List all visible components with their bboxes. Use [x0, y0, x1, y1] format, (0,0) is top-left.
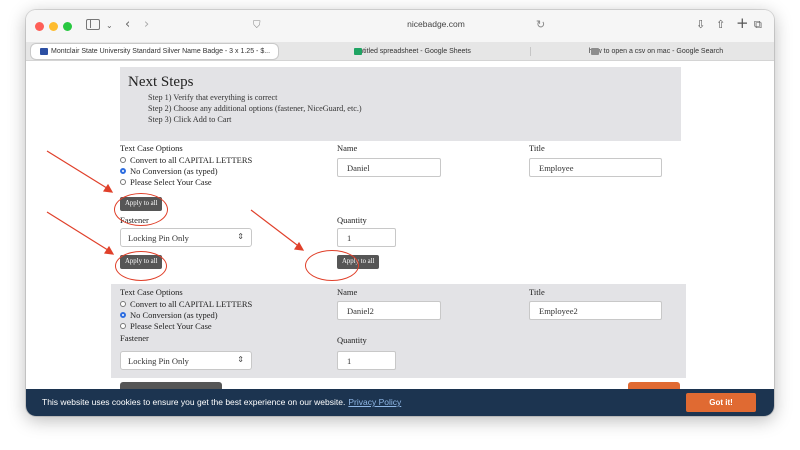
back-icon[interactable]: ‹: [125, 18, 130, 32]
tab-google-search[interactable]: how to open a csv on mac - Google Search: [531, 44, 769, 59]
google-favicon-icon: [591, 48, 599, 55]
annotation-arrow: [46, 150, 111, 191]
privacy-policy-link[interactable]: Privacy Policy: [348, 397, 401, 407]
chevron-down-icon[interactable]: ⌄: [106, 19, 113, 33]
sidebar-toggle-icon[interactable]: [86, 19, 100, 30]
reload-icon[interactable]: ↻: [536, 18, 545, 32]
minimize-window-button[interactable]: [49, 22, 58, 31]
close-window-button[interactable]: [35, 22, 44, 31]
shield-icon: ⛉: [253, 20, 261, 31]
arrowhead-icon: [103, 245, 115, 255]
tab-label: how to open a csv on mac - Google Search: [588, 48, 724, 55]
tab-overview-icon[interactable]: ⧉: [754, 18, 762, 32]
tab-bar: Montclair State University Standard Silv…: [26, 42, 774, 61]
sheets-favicon-icon: [354, 48, 362, 55]
tab-label: Untitled spreadsheet - Google Sheets: [354, 48, 471, 55]
got-it-button[interactable]: Got it!: [686, 393, 756, 412]
new-tab-icon[interactable]: +: [736, 16, 749, 31]
nicebadge-favicon-icon: [40, 48, 48, 55]
cookie-banner: This website uses cookies to ensure you …: [26, 389, 774, 416]
tab-badge-product[interactable]: Montclair State University Standard Silv…: [31, 44, 278, 59]
address-bar[interactable]: nicebadge.com: [306, 16, 566, 36]
browser-toolbar: ⌄ ‹ › ⛉ nicebadge.com ↻ ⇩ ⇧ + ⧉: [26, 10, 774, 42]
forward-icon[interactable]: ›: [144, 18, 149, 32]
download-icon[interactable]: ⇩: [696, 18, 705, 32]
browser-window: ⌄ ‹ › ⛉ nicebadge.com ↻ ⇩ ⇧ + ⧉ Montclai…: [26, 10, 774, 416]
page-content: Next Steps Step 1) Verify that everythin…: [26, 62, 774, 416]
arrowhead-icon: [102, 183, 114, 193]
maximize-window-button[interactable]: [63, 22, 72, 31]
cookie-message: This website uses cookies to ensure you …: [42, 397, 402, 407]
tab-label: Montclair State University Standard Silv…: [51, 48, 271, 55]
annotation-arrows: [46, 150, 305, 255]
tab-google-sheets[interactable]: Untitled spreadsheet - Google Sheets: [284, 44, 529, 59]
share-icon[interactable]: ⇧: [716, 18, 725, 32]
url-text: nicebadge.com: [407, 19, 465, 29]
